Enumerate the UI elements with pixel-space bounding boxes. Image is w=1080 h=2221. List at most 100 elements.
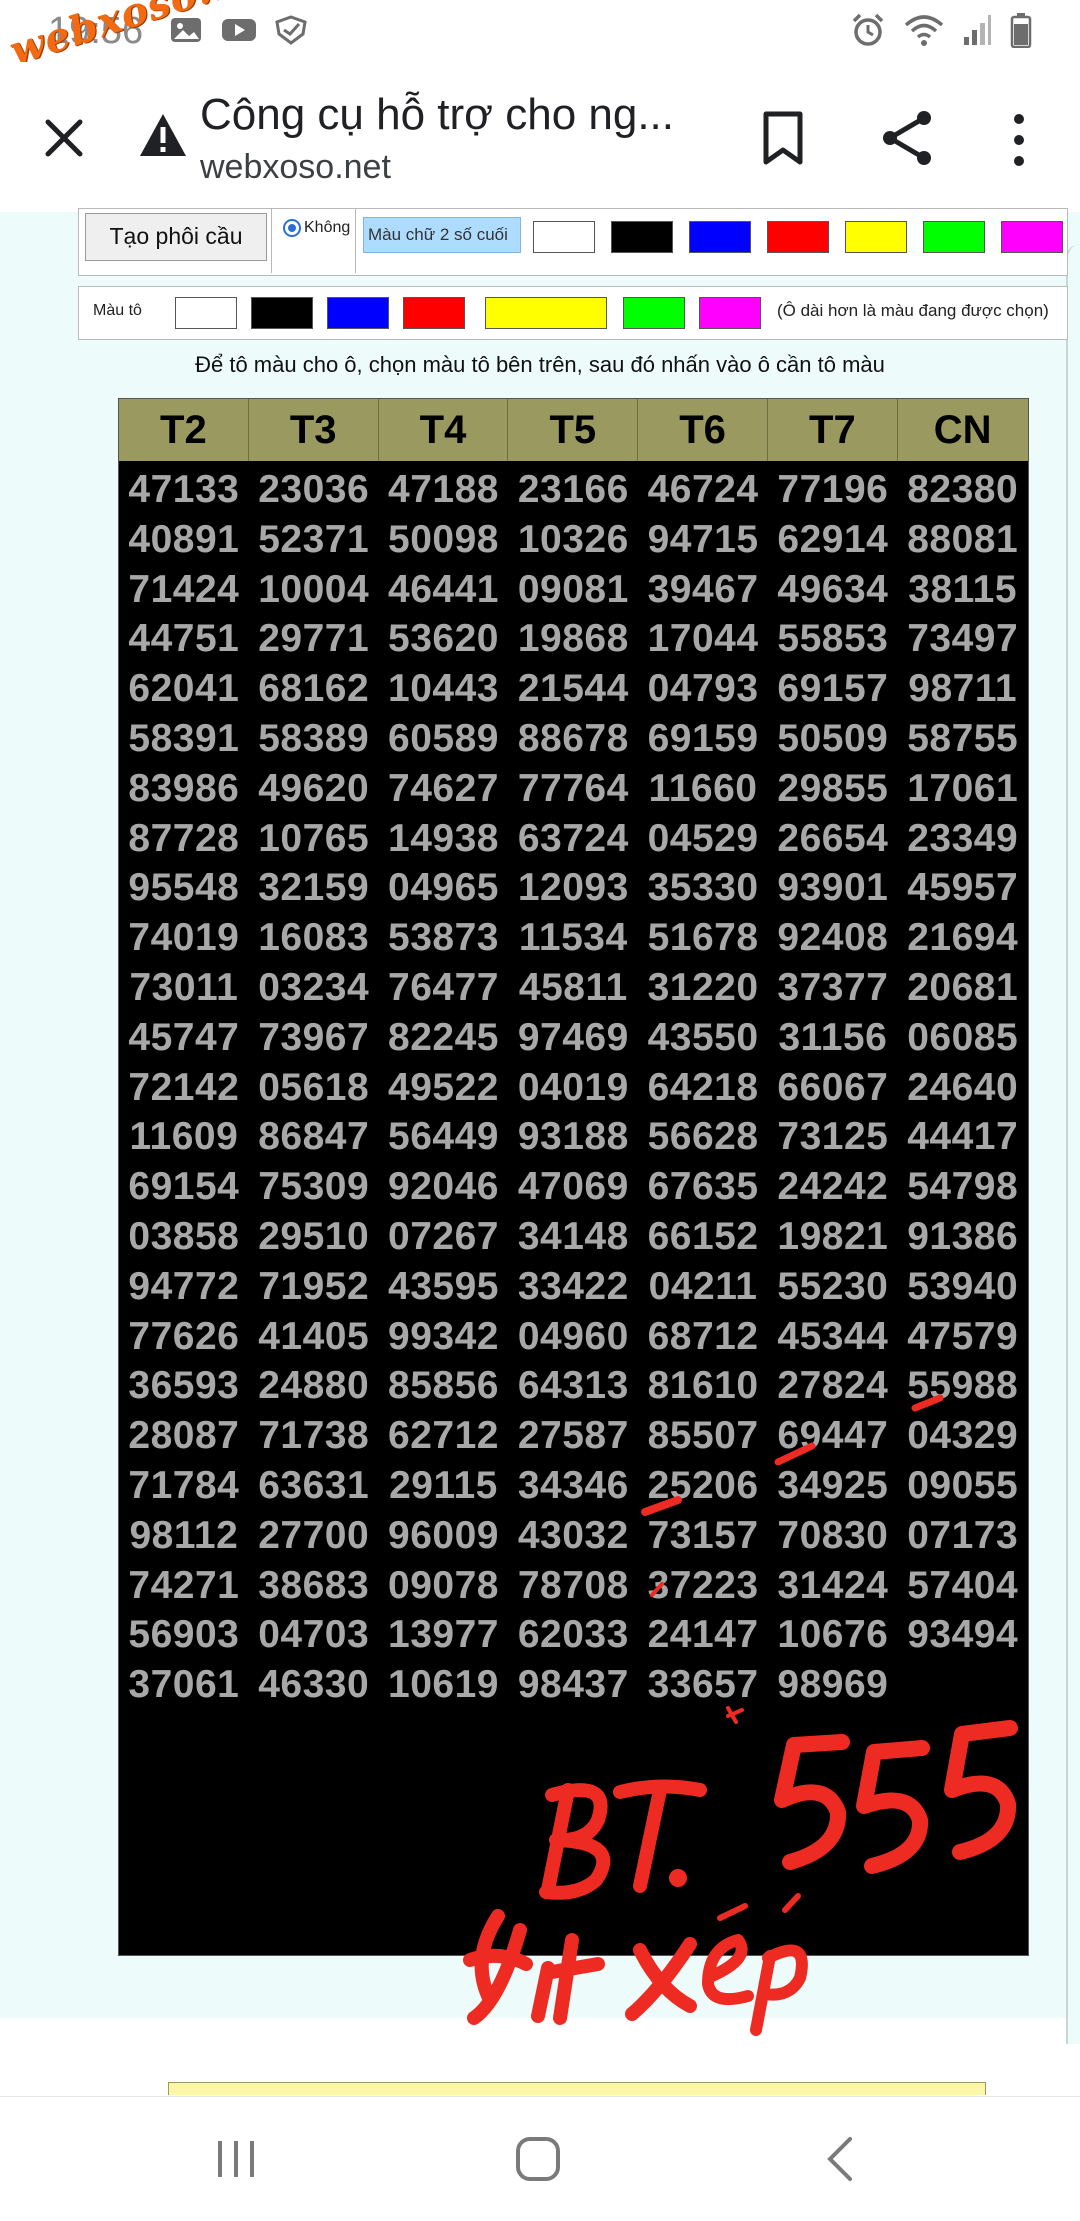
number-cell[interactable]: 98711: [898, 664, 1028, 714]
number-cell[interactable]: 75309: [249, 1162, 379, 1212]
number-cell[interactable]: 27824: [768, 1361, 898, 1411]
number-cell[interactable]: 73125: [768, 1112, 898, 1162]
number-cell[interactable]: 64218: [638, 1063, 768, 1113]
number-cell[interactable]: 24640: [898, 1063, 1028, 1113]
number-cell[interactable]: 47579: [898, 1312, 1028, 1362]
number-cell[interactable]: 57404: [898, 1561, 1028, 1611]
paint-swatch-black[interactable]: [251, 297, 313, 329]
number-cell[interactable]: 46330: [249, 1660, 379, 1710]
number-cell[interactable]: 92046: [379, 1162, 509, 1212]
number-cell[interactable]: 51678: [638, 913, 768, 963]
number-cell[interactable]: 35330: [638, 863, 768, 913]
number-cell[interactable]: 53620: [379, 614, 509, 664]
number-cell[interactable]: 12093: [508, 863, 638, 913]
number-cell[interactable]: 31220: [638, 963, 768, 1013]
number-cell[interactable]: 11660: [638, 764, 768, 814]
number-cell[interactable]: 77764: [508, 764, 638, 814]
number-cell[interactable]: 52371: [249, 515, 379, 565]
number-cell[interactable]: 44417: [898, 1112, 1028, 1162]
number-cell[interactable]: 29510: [249, 1212, 379, 1262]
back-icon[interactable]: [812, 2133, 872, 2185]
number-cell[interactable]: 17061: [898, 764, 1028, 814]
number-cell[interactable]: 34925: [768, 1461, 898, 1511]
number-cell[interactable]: 16083: [249, 913, 379, 963]
number-cell[interactable]: 71424: [119, 565, 249, 615]
number-cell[interactable]: 49522: [379, 1063, 509, 1113]
number-cell[interactable]: 50098: [379, 515, 509, 565]
paint-swatch-white[interactable]: [175, 297, 237, 329]
number-cell[interactable]: 04960: [508, 1312, 638, 1362]
number-cell[interactable]: 03858: [119, 1212, 249, 1262]
number-cell[interactable]: 10443: [379, 664, 509, 714]
number-cell[interactable]: 92408: [768, 913, 898, 963]
number-cell[interactable]: 71784: [119, 1461, 249, 1511]
number-cell[interactable]: 46724: [638, 465, 768, 515]
number-cell[interactable]: 58389: [249, 714, 379, 764]
number-cell[interactable]: 28087: [119, 1411, 249, 1461]
number-cell[interactable]: 09081: [508, 565, 638, 615]
number-cell[interactable]: 23036: [249, 465, 379, 515]
number-cell[interactable]: 11609: [119, 1112, 249, 1162]
number-cell[interactable]: 32159: [249, 863, 379, 913]
number-cell[interactable]: 73497: [898, 614, 1028, 664]
number-cell[interactable]: 77626: [119, 1312, 249, 1362]
number-cell[interactable]: 55230: [768, 1262, 898, 1312]
number-cell[interactable]: 71952: [249, 1262, 379, 1312]
last2-swatch-black[interactable]: [611, 221, 673, 253]
warning-icon[interactable]: [138, 110, 188, 160]
number-cell[interactable]: 69154: [119, 1162, 249, 1212]
number-cell[interactable]: 34346: [508, 1461, 638, 1511]
number-cell[interactable]: 21544: [508, 664, 638, 714]
number-cell[interactable]: 71738: [249, 1411, 379, 1461]
number-cell[interactable]: 33657: [638, 1660, 768, 1710]
close-icon[interactable]: [38, 112, 90, 164]
paint-swatch-magenta[interactable]: [699, 297, 761, 329]
number-cell[interactable]: 73157: [638, 1511, 768, 1561]
number-cell[interactable]: 56903: [119, 1610, 249, 1660]
number-cell[interactable]: 97469: [508, 1013, 638, 1063]
number-cell[interactable]: 07173: [898, 1511, 1028, 1561]
home-icon[interactable]: [508, 2133, 568, 2185]
number-cell[interactable]: 43032: [508, 1511, 638, 1561]
number-cell[interactable]: 67635: [638, 1162, 768, 1212]
number-cell[interactable]: 23166: [508, 465, 638, 515]
share-icon[interactable]: [878, 108, 936, 168]
number-cell[interactable]: 93901: [768, 863, 898, 913]
last2-swatch-blue[interactable]: [689, 221, 751, 253]
number-cell[interactable]: 31156: [768, 1013, 898, 1063]
number-cell[interactable]: [898, 1660, 1028, 1710]
number-cell[interactable]: 04211: [638, 1262, 768, 1312]
number-cell[interactable]: 44751: [119, 614, 249, 664]
number-cell[interactable]: 66067: [768, 1063, 898, 1113]
number-cell[interactable]: 73011: [119, 963, 249, 1013]
number-cell[interactable]: 49620: [249, 764, 379, 814]
create-phoi-cau-button[interactable]: Tạo phôi cầu: [85, 213, 267, 261]
number-cell[interactable]: 04703: [249, 1610, 379, 1660]
last2-swatch-red[interactable]: [767, 221, 829, 253]
number-cell[interactable]: 45957: [898, 863, 1028, 913]
paint-swatch-green[interactable]: [623, 297, 685, 329]
paint-swatch-red[interactable]: [403, 297, 465, 329]
last2-swatch-magenta[interactable]: [1001, 221, 1063, 253]
number-cell[interactable]: 94772: [119, 1262, 249, 1312]
number-cell[interactable]: 29855: [768, 764, 898, 814]
number-cell[interactable]: 81610: [638, 1361, 768, 1411]
number-cell[interactable]: 93188: [508, 1112, 638, 1162]
number-cell[interactable]: 19868: [508, 614, 638, 664]
number-cell[interactable]: 10765: [249, 814, 379, 864]
number-cell[interactable]: 70830: [768, 1511, 898, 1561]
number-cell[interactable]: 24147: [638, 1610, 768, 1660]
number-cell[interactable]: 74271: [119, 1561, 249, 1611]
number-cell[interactable]: 47069: [508, 1162, 638, 1212]
number-cell[interactable]: 11534: [508, 913, 638, 963]
number-cell[interactable]: 73967: [249, 1013, 379, 1063]
number-cell[interactable]: 26654: [768, 814, 898, 864]
page-url[interactable]: webxoso.net: [200, 148, 391, 187]
number-cell[interactable]: 53873: [379, 913, 509, 963]
number-cell[interactable]: 04329: [898, 1411, 1028, 1461]
number-cell[interactable]: 82245: [379, 1013, 509, 1063]
number-cell[interactable]: 04793: [638, 664, 768, 714]
more-icon[interactable]: [1004, 110, 1034, 170]
number-cell[interactable]: 74019: [119, 913, 249, 963]
number-cell[interactable]: 45344: [768, 1312, 898, 1362]
